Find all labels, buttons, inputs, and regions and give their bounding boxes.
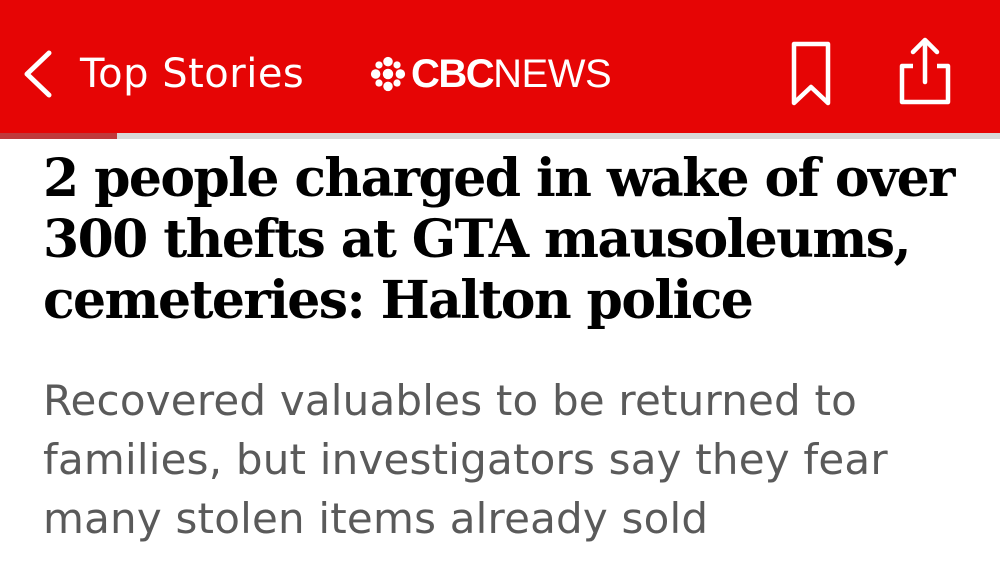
chevron-left-icon bbox=[24, 50, 52, 98]
share-icon bbox=[899, 37, 951, 105]
reading-progress-fill bbox=[0, 133, 117, 139]
share-button[interactable] bbox=[893, 36, 957, 108]
article-headline: 2 people charged in wake of over 300 the… bbox=[43, 148, 955, 331]
article-screen: Top Stories CBC NEWS 2 people charged in… bbox=[0, 0, 1000, 587]
bookmark-icon bbox=[791, 41, 831, 106]
brand-news-text: NEWS bbox=[493, 51, 612, 96]
navigation-bar: Top Stories CBC NEWS bbox=[0, 0, 1000, 133]
brand-cbc-text: CBC bbox=[411, 51, 495, 96]
cbc-gem-icon bbox=[370, 56, 406, 92]
bookmark-button[interactable] bbox=[787, 40, 835, 108]
article-dek: Recovered valuables to be returned to fa… bbox=[43, 376, 888, 543]
cbc-news-logo: CBC NEWS bbox=[369, 50, 612, 98]
back-button[interactable]: Top Stories bbox=[18, 36, 304, 112]
back-label: Top Stories bbox=[80, 51, 305, 97]
reading-progress-bar bbox=[0, 133, 1000, 139]
